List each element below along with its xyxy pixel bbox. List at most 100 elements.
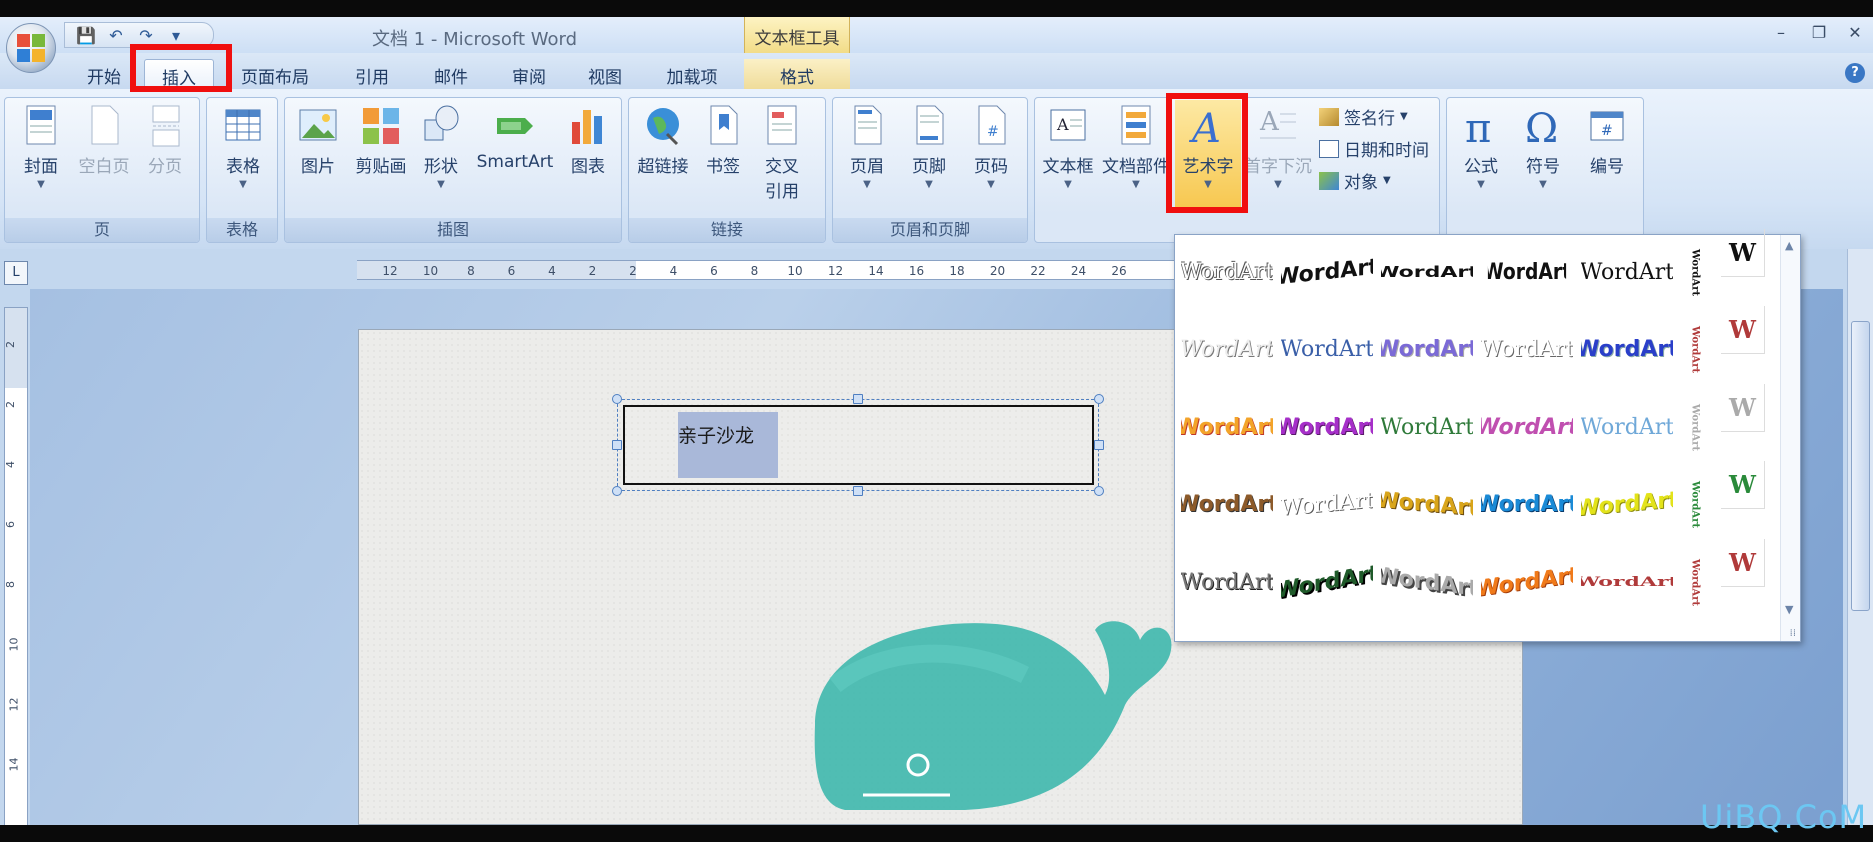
scroll-down-icon[interactable]: ▼ bbox=[1785, 603, 1793, 616]
wordart-vertical-option[interactable]: WordArt bbox=[1681, 239, 1709, 305]
page-break-button[interactable]: 分页 bbox=[139, 104, 191, 177]
tab-references[interactable]: 引用 bbox=[345, 59, 399, 89]
header-button[interactable]: 页眉 ▼ bbox=[841, 104, 893, 190]
smartart-button[interactable]: SmartArt bbox=[473, 104, 557, 172]
gallery-scrollbar[interactable]: ▲ ▼ bbox=[1780, 235, 1800, 641]
resize-handle-s[interactable] bbox=[853, 486, 863, 496]
wordart-style-option[interactable]: WordArt bbox=[1381, 543, 1473, 622]
cover-page-button[interactable]: 封面 ▼ bbox=[15, 104, 67, 190]
tab-addins[interactable]: 加载项 bbox=[656, 59, 728, 89]
resize-grip-icon[interactable]: ⁞⁞ bbox=[1790, 628, 1796, 639]
wordart-style-option[interactable]: WordArt bbox=[1281, 234, 1373, 310]
wordart-small-option[interactable]: W bbox=[1721, 384, 1765, 432]
wordart-vertical-option[interactable]: WordArt bbox=[1681, 549, 1709, 615]
wordart-style-option[interactable]: WordArt bbox=[1181, 316, 1273, 382]
hyperlink-button[interactable]: 超链接 bbox=[635, 104, 691, 177]
resize-handle-n[interactable] bbox=[853, 394, 863, 404]
resize-handle-nw[interactable] bbox=[612, 394, 622, 404]
save-icon[interactable]: 💾 bbox=[75, 25, 97, 45]
wordart-style-option[interactable]: WordArt bbox=[1581, 239, 1673, 305]
wordart-style-option[interactable]: WordArt bbox=[1581, 394, 1673, 460]
tab-home[interactable]: 开始 bbox=[78, 59, 130, 89]
textbox-button[interactable]: A 文本框 ▼ bbox=[1039, 104, 1097, 190]
tab-view[interactable]: 视图 bbox=[578, 59, 632, 89]
vertical-scrollbar[interactable] bbox=[1847, 249, 1873, 825]
ruler-tick: 12 bbox=[827, 264, 844, 278]
wordart-style-option[interactable]: WordArt bbox=[1281, 394, 1373, 460]
wordart-vertical-option[interactable]: WordArt bbox=[1681, 471, 1709, 537]
ruler-tick: 4 bbox=[669, 264, 678, 278]
page-number-icon: # bbox=[971, 104, 1011, 148]
blank-page-button[interactable]: 空白页 bbox=[73, 104, 135, 177]
scrollbar-thumb[interactable] bbox=[1851, 321, 1870, 611]
vertical-ruler[interactable]: 2 2 4 6 8 10 12 14 bbox=[4, 307, 28, 825]
bookmark-icon bbox=[703, 104, 743, 148]
wordart-style-option[interactable]: WordArt bbox=[1181, 239, 1273, 305]
scroll-up-icon[interactable]: ▲ bbox=[1785, 239, 1793, 252]
symbol-button[interactable]: Ω 符号 ▼ bbox=[1515, 104, 1571, 190]
help-icon[interactable]: ? bbox=[1845, 63, 1865, 83]
close-button[interactable]: ✕ bbox=[1842, 23, 1868, 42]
numbering-button[interactable]: # 编号 bbox=[1579, 104, 1635, 177]
equation-button[interactable]: π 公式 ▼ bbox=[1453, 104, 1509, 190]
object-button[interactable]: 对象 ▼ bbox=[1319, 168, 1391, 193]
wordart-style-option[interactable]: WordArt bbox=[1181, 549, 1273, 615]
wordart-small-option[interactable]: W bbox=[1721, 461, 1765, 509]
wordart-style-option[interactable]: WordArt bbox=[1381, 467, 1473, 541]
tab-page-layout[interactable]: 页面布局 bbox=[235, 59, 315, 89]
tab-review[interactable]: 审阅 bbox=[502, 59, 556, 89]
clipart-button[interactable]: 剪贴画 bbox=[351, 104, 411, 177]
quick-parts-button[interactable]: 文档部件 ▼ bbox=[1099, 104, 1173, 190]
resize-handle-e[interactable] bbox=[1094, 440, 1104, 450]
resize-handle-ne[interactable] bbox=[1094, 394, 1104, 404]
office-button[interactable] bbox=[6, 23, 56, 73]
undo-icon[interactable]: ↶ bbox=[105, 25, 127, 45]
signature-line-button[interactable]: 签名行 ▼ bbox=[1319, 104, 1408, 129]
minimize-button[interactable]: – bbox=[1768, 23, 1794, 42]
tab-mailings[interactable]: 邮件 bbox=[424, 59, 478, 89]
wordart-style-option[interactable]: WordArt bbox=[1381, 394, 1473, 460]
horizontal-ruler[interactable]: 12 10 8 6 4 2 2 4 6 8 10 12 14 16 18 20 22 24 26 bbox=[357, 260, 1187, 280]
wordart-small-option[interactable]: W bbox=[1721, 539, 1765, 587]
bookmark-button[interactable]: 书签 bbox=[699, 104, 747, 177]
wordart-style-option[interactable]: WordArt bbox=[1281, 316, 1373, 382]
wordart-style-option[interactable]: WordArt bbox=[1581, 562, 1673, 602]
wordart-vertical-option[interactable]: WordArt bbox=[1681, 394, 1709, 460]
wordart-style-option[interactable]: WordArt bbox=[1281, 541, 1373, 623]
datetime-button[interactable]: 日期和时间 bbox=[1319, 136, 1429, 161]
picture-button[interactable]: 图片 bbox=[293, 104, 343, 177]
redo-icon[interactable]: ↷ bbox=[135, 25, 157, 45]
wordart-style-option[interactable]: WordArt bbox=[1581, 467, 1673, 541]
wordart-style-option[interactable]: WordArt bbox=[1581, 316, 1673, 382]
tab-format[interactable]: 格式 bbox=[744, 59, 850, 89]
wordart-small-option[interactable]: W bbox=[1721, 306, 1765, 354]
wordart-style-option[interactable]: WordArt bbox=[1481, 316, 1573, 382]
table-button[interactable]: 表格 ▼ bbox=[217, 104, 269, 190]
wordart-style-option[interactable]: WordArt bbox=[1181, 394, 1273, 460]
chart-button[interactable]: 图表 bbox=[563, 104, 613, 177]
restore-button[interactable]: ❐ bbox=[1806, 23, 1832, 42]
dropcap-button[interactable]: A 首字下沉 ▼ bbox=[1243, 104, 1313, 190]
cross-reference-button[interactable]: 交叉 引用 bbox=[753, 104, 811, 202]
wordart-style-option[interactable]: WordArt bbox=[1381, 316, 1473, 382]
wordart-vertical-option[interactable]: WordArt bbox=[1681, 316, 1709, 382]
wordart-style-option[interactable]: WordArt bbox=[1181, 471, 1273, 537]
wordart-style-option[interactable]: WordArt bbox=[1481, 543, 1573, 622]
wordart-style-option[interactable]: WordArt bbox=[1481, 471, 1573, 537]
ruler-tick: 18 bbox=[949, 264, 965, 278]
resize-handle-sw[interactable] bbox=[612, 486, 622, 496]
textbox-text[interactable]: 亲子沙龙 bbox=[678, 421, 754, 448]
footer-button[interactable]: 页脚 ▼ bbox=[903, 104, 955, 190]
wordart-small-option[interactable]: W bbox=[1721, 229, 1765, 277]
tab-selector[interactable]: L bbox=[4, 261, 28, 285]
resize-handle-w[interactable] bbox=[612, 440, 622, 450]
page-number-button[interactable]: # 页码 ▼ bbox=[965, 104, 1017, 190]
wordart-style-option[interactable]: WordArt bbox=[1381, 249, 1473, 295]
resize-handle-se[interactable] bbox=[1094, 486, 1104, 496]
customize-qat-icon[interactable]: ▾ bbox=[165, 25, 187, 45]
wordart-style-option[interactable]: WordArt bbox=[1481, 394, 1573, 460]
shapes-button[interactable]: 形状 ▼ bbox=[415, 104, 467, 190]
ruler-tick: 22 bbox=[1030, 264, 1046, 278]
wordart-style-option[interactable]: WordArt bbox=[1281, 467, 1373, 541]
wordart-style-option[interactable]: WordArt bbox=[1488, 239, 1566, 305]
